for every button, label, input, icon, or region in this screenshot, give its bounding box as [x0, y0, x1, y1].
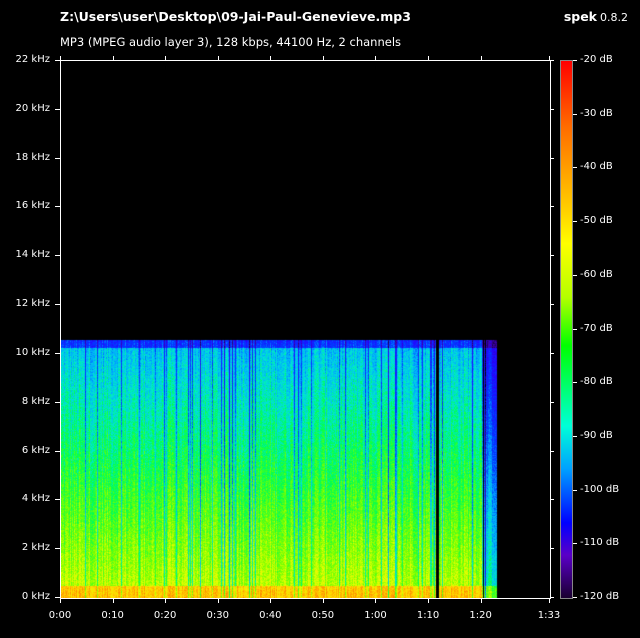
db-tick [573, 221, 577, 222]
file-path: Z:\Users\user\Desktop\09-Jai-Paul-Genevi… [60, 9, 411, 24]
frequency-tick [55, 109, 60, 110]
frequency-tick-label: 16 kHz [15, 200, 50, 212]
app-name: spek [563, 9, 597, 24]
app-version: 0.8.2 [600, 11, 628, 24]
frequency-tick [550, 402, 554, 403]
frequency-tick [550, 255, 554, 256]
time-tick [270, 598, 271, 603]
time-tick [323, 598, 324, 603]
frequency-tick-label: 4 kHz [21, 493, 50, 505]
frequency-tick-label: 18 kHz [15, 151, 50, 163]
db-tick [573, 329, 577, 330]
time-tick [165, 56, 166, 60]
frequency-tick [55, 451, 60, 452]
db-color-scale [560, 60, 573, 599]
time-tick [218, 598, 219, 603]
time-tick [481, 56, 482, 60]
frequency-tick [550, 158, 554, 159]
db-tick [573, 490, 577, 491]
frequency-tick [550, 597, 554, 598]
spectrogram-canvas [61, 61, 550, 598]
time-tick-label: 0:40 [259, 610, 282, 621]
frequency-tick [55, 60, 60, 61]
time-tick-label: 1:33 [537, 610, 561, 621]
time-tick-label: 1:00 [364, 610, 387, 621]
file-info: MP3 (MPEG audio layer 3), 128 kbps, 4410… [60, 35, 402, 49]
frequency-tick [55, 402, 60, 403]
time-tick [60, 598, 61, 603]
frequency-tick [550, 304, 554, 305]
db-tick-label: -50 dB [580, 215, 613, 227]
db-tick [573, 382, 577, 383]
time-tick [481, 598, 482, 603]
db-tick [573, 167, 577, 168]
spectrogram-plot [60, 60, 551, 599]
db-tick [573, 60, 577, 61]
db-tick [573, 543, 577, 544]
time-tick [218, 56, 219, 60]
db-tick-label: -30 dB [580, 107, 613, 119]
frequency-tick-label: 20 kHz [15, 102, 50, 114]
frequency-tick [55, 255, 60, 256]
frequency-tick [550, 451, 554, 452]
db-tick [573, 436, 577, 437]
frequency-tick-label: 12 kHz [15, 298, 50, 310]
time-tick [60, 56, 61, 60]
frequency-tick [55, 499, 60, 500]
time-tick [113, 598, 114, 603]
db-tick-label: -20 dB [580, 54, 613, 65]
db-tick-label: -90 dB [580, 429, 613, 441]
time-tick-label: 0:20 [153, 610, 177, 621]
db-tick-label: -100 dB [580, 483, 620, 495]
time-tick [428, 598, 429, 603]
frequency-tick-label: 14 kHz [15, 249, 50, 261]
frequency-tick [55, 548, 60, 549]
frequency-tick [550, 499, 554, 500]
time-tick-label: 0:30 [206, 610, 229, 621]
frequency-tick-label: 2 kHz [21, 542, 50, 554]
frequency-tick [55, 353, 60, 354]
frequency-tick [550, 109, 554, 110]
frequency-tick [55, 158, 60, 159]
time-tick [323, 56, 324, 60]
time-tick [375, 56, 376, 60]
time-tick-label: 0:10 [101, 610, 124, 621]
frequency-tick-label: 10 kHz [15, 346, 50, 358]
db-tick-label: -60 dB [580, 268, 613, 280]
db-tick-label: -80 dB [580, 376, 613, 388]
time-tick [270, 56, 271, 60]
time-tick-label: 1:10 [416, 610, 440, 621]
db-tick-label: -70 dB [580, 322, 613, 334]
db-tick-label: -120 dB [580, 591, 620, 602]
time-tick [549, 598, 550, 603]
time-tick [375, 598, 376, 603]
frequency-tick [550, 206, 554, 207]
frequency-tick-label: 22 kHz [15, 54, 50, 65]
frequency-tick [55, 304, 60, 305]
frequency-tick [550, 60, 554, 61]
time-tick [165, 598, 166, 603]
time-tick-label: 0:00 [48, 610, 72, 621]
time-tick [113, 56, 114, 60]
time-tick [428, 56, 429, 60]
frequency-tick [550, 548, 554, 549]
time-tick [549, 56, 550, 60]
frequency-tick [550, 353, 554, 354]
db-tick-label: -40 dB [580, 161, 613, 173]
frequency-tick [55, 206, 60, 207]
db-tick [573, 114, 577, 115]
frequency-tick-label: 8 kHz [21, 395, 50, 407]
db-tick-label: -110 dB [580, 537, 620, 549]
app-brand: spek 0.8.2 [564, 9, 628, 24]
time-tick-label: 1:20 [469, 610, 492, 621]
time-tick-label: 0:50 [311, 610, 335, 621]
frequency-tick-label: 6 kHz [21, 444, 50, 456]
db-tick [573, 275, 577, 276]
db-tick [573, 597, 577, 598]
frequency-tick-label: 0 kHz [21, 591, 50, 602]
